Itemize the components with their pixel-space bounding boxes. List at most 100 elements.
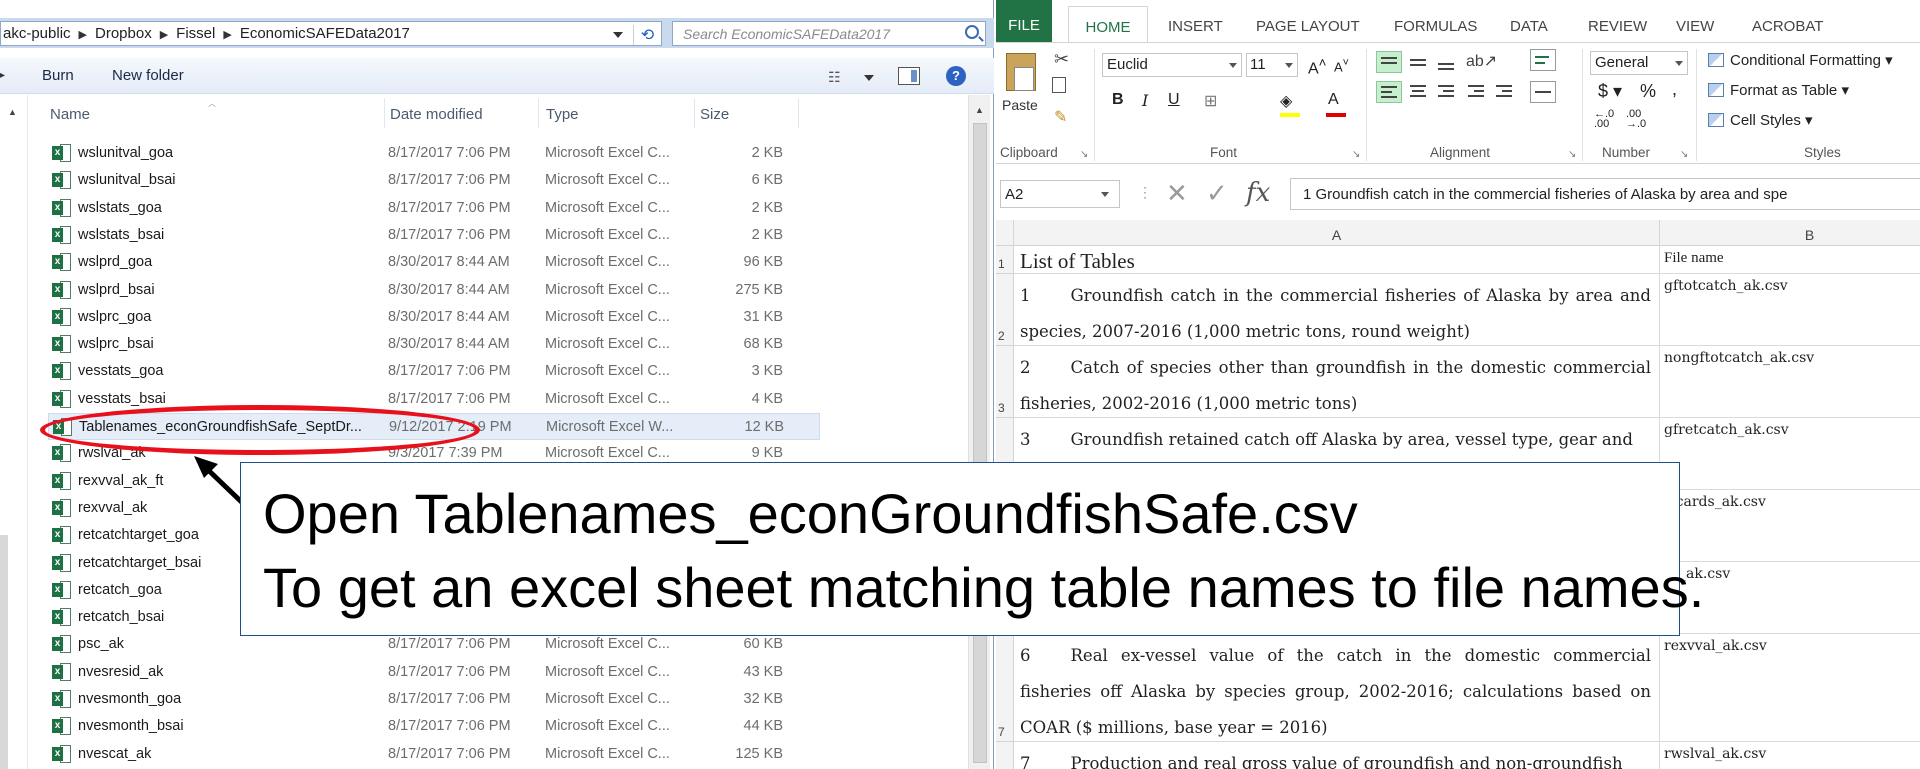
conditional-formatting-button[interactable]: Conditional Formatting ▾ xyxy=(1708,51,1893,69)
align-right-icon[interactable] xyxy=(1434,81,1460,103)
clipboard-launcher-icon[interactable]: ↘ xyxy=(1080,149,1088,160)
help-icon[interactable]: ? xyxy=(946,66,966,86)
preview-pane-icon[interactable] xyxy=(898,67,920,85)
name-box[interactable]: A2 xyxy=(1000,180,1120,208)
wrap-text-icon[interactable] xyxy=(1530,49,1556,71)
breadcrumb-item[interactable]: Fissel xyxy=(176,25,215,42)
row-header[interactable]: 1 xyxy=(996,246,1014,274)
file-row[interactable]: x nvesmonth_bsai 8/17/2017 7:06 PM Microsof… xyxy=(48,713,820,740)
cell-a[interactable]: 7 Production and real gross value of grou… xyxy=(1014,742,1660,769)
column-divider[interactable] xyxy=(694,98,695,128)
nav-scroll-up-icon[interactable]: ▲ xyxy=(8,107,17,117)
column-header-b[interactable]: B xyxy=(1660,220,1920,246)
dropdown-caret-icon[interactable] xyxy=(1285,63,1293,68)
align-left-icon[interactable] xyxy=(1376,81,1402,103)
number-format-select[interactable]: General xyxy=(1590,51,1688,75)
view-dropdown-icon[interactable] xyxy=(864,75,874,81)
borders-icon[interactable]: ⊞ xyxy=(1204,91,1217,111)
file-row[interactable]: x wslstats_bsai 8/17/2017 7:06 PM Microsoft… xyxy=(48,222,820,249)
bottom-align-icon[interactable] xyxy=(1434,51,1460,73)
top-align-icon[interactable] xyxy=(1376,51,1402,73)
row-header[interactable]: 2 xyxy=(996,274,1014,346)
tab-acrobat[interactable]: ACROBAT xyxy=(1752,18,1823,35)
increase-decimal-icon[interactable]: ←.0.00 xyxy=(1594,109,1614,130)
file-row[interactable]: x nvescat_ak 8/17/2017 7:06 PM Microsoft Ex… xyxy=(48,741,820,768)
cell-b[interactable]: gfretcatch_ak.csv xyxy=(1660,418,1920,490)
cell-b[interactable]: iscards_ak.csv xyxy=(1660,490,1920,562)
row-header[interactable] xyxy=(996,742,1014,769)
file-row[interactable]: x wslunitval_bsai 8/17/2017 7:06 PM Microso… xyxy=(48,167,820,194)
font-size-select[interactable]: 11 xyxy=(1246,53,1298,77)
column-header-size[interactable]: Size xyxy=(700,106,729,123)
tab-view[interactable]: VIEW xyxy=(1676,18,1714,35)
column-divider[interactable] xyxy=(798,98,799,128)
merge-center-icon[interactable] xyxy=(1530,81,1556,103)
cell-b[interactable]: File name xyxy=(1660,246,1920,274)
select-all-corner[interactable] xyxy=(996,220,1014,246)
copy-icon[interactable] xyxy=(1052,77,1066,93)
cut-icon[interactable]: ✂ xyxy=(1054,49,1069,70)
align-center-icon[interactable] xyxy=(1406,81,1432,103)
format-as-table-button[interactable]: Format as Table ▾ xyxy=(1708,81,1849,99)
font-name-select[interactable]: Euclid xyxy=(1102,53,1242,77)
tab-insert[interactable]: INSERT xyxy=(1168,18,1223,35)
tab-formulas[interactable]: FORMULAS xyxy=(1394,18,1477,35)
file-row[interactable]: x wslprc_goa 8/30/2017 8:44 AM Microsoft Ex… xyxy=(48,304,820,331)
row-header[interactable]: 7 xyxy=(996,634,1014,742)
file-row[interactable]: x vesstats_goa 8/17/2017 7:06 PM Microsoft … xyxy=(48,358,820,385)
font-color-icon[interactable]: A xyxy=(1328,91,1339,109)
middle-align-icon[interactable] xyxy=(1406,51,1432,73)
row-header[interactable]: 3 xyxy=(996,346,1014,418)
cell-styles-button[interactable]: Cell Styles ▾ xyxy=(1708,111,1813,129)
cell-a[interactable]: 2 Catch of species other than groundfish … xyxy=(1014,346,1660,418)
toolbar-overflow-icon[interactable]: ▸ xyxy=(0,70,5,81)
increase-indent-icon[interactable] xyxy=(1492,81,1518,103)
change-view-icon[interactable]: ☷ xyxy=(828,69,841,86)
tab-file[interactable]: FILE xyxy=(996,0,1052,42)
cell-a[interactable]: 6 Real ex-vessel value of the catch in th… xyxy=(1014,634,1660,742)
breadcrumb-separator-icon[interactable]: ▶ xyxy=(79,29,87,41)
cell-b[interactable]: rexvval_ak.csv xyxy=(1660,634,1920,742)
cell-b[interactable]: nongftotcatch_ak.csv xyxy=(1660,346,1920,418)
tab-page-layout[interactable]: PAGE LAYOUT xyxy=(1256,18,1360,35)
orientation-icon[interactable]: ab↗ xyxy=(1466,51,1497,71)
fill-color-icon[interactable]: ◈ xyxy=(1280,91,1292,111)
nav-scrollbar[interactable] xyxy=(0,535,8,769)
tab-review[interactable]: REVIEW xyxy=(1588,18,1647,35)
percent-style-icon[interactable]: % xyxy=(1640,81,1656,102)
cell-a[interactable]: List of Tables xyxy=(1014,246,1660,274)
cell-a[interactable]: 1 Groundfish catch in the commercial fish… xyxy=(1014,274,1660,346)
file-row[interactable]: x wslstats_goa 8/17/2017 7:06 PM Microsoft … xyxy=(48,195,820,222)
breadcrumb-separator-icon[interactable]: ▶ xyxy=(223,29,231,41)
column-divider[interactable] xyxy=(384,98,385,128)
font-launcher-icon[interactable]: ↘ xyxy=(1352,149,1360,160)
refresh-icon[interactable]: ⟲ xyxy=(633,25,661,45)
column-header-a[interactable]: A xyxy=(1014,220,1660,246)
accounting-format-icon[interactable]: $ ▾ xyxy=(1598,81,1622,102)
paste-icon[interactable] xyxy=(1006,53,1036,91)
search-icon[interactable] xyxy=(965,25,979,39)
number-launcher-icon[interactable]: ↘ xyxy=(1680,149,1688,160)
bold-icon[interactable]: B xyxy=(1112,91,1124,109)
paste-button[interactable]: Paste xyxy=(1002,97,1038,113)
name-box-dropdown-icon[interactable] xyxy=(1101,192,1109,197)
formula-input[interactable]: 1 Groundfish catch in the commercial fis… xyxy=(1290,178,1920,210)
tab-home[interactable]: HOME xyxy=(1068,6,1148,42)
comma-style-icon[interactable]: , xyxy=(1672,79,1677,100)
italic-icon[interactable]: I xyxy=(1142,91,1148,110)
file-row[interactable]: x wslprd_goa 8/30/2017 8:44 AM Microsoft Ex… xyxy=(48,249,820,276)
search-input[interactable]: Search EconomicSAFEData2017 xyxy=(672,21,986,46)
decrease-indent-icon[interactable] xyxy=(1464,81,1490,103)
enter-entry-icon[interactable]: ✓ xyxy=(1206,178,1228,209)
breadcrumb-item[interactable]: akc-public xyxy=(3,25,71,42)
address-dropdown-icon[interactable] xyxy=(613,32,623,38)
address-bar[interactable]: akc-public ▶ Dropbox ▶ Fissel ▶ EconomicSAFEDa… xyxy=(0,21,662,46)
scrollbar-thumb[interactable] xyxy=(973,123,987,763)
file-row[interactable]: x wslunitval_goa 8/17/2017 7:06 PM Microsof… xyxy=(48,140,820,167)
breadcrumb-item[interactable]: EconomicSAFEData2017 xyxy=(240,25,410,42)
breadcrumb-item[interactable]: Dropbox xyxy=(95,25,152,42)
new-folder-button[interactable]: New folder xyxy=(112,67,184,84)
cancel-entry-icon[interactable]: ✕ xyxy=(1166,178,1188,209)
scroll-up-icon[interactable]: ▲ xyxy=(975,105,984,115)
decrease-decimal-icon[interactable]: .00 →.0 xyxy=(1626,109,1646,130)
